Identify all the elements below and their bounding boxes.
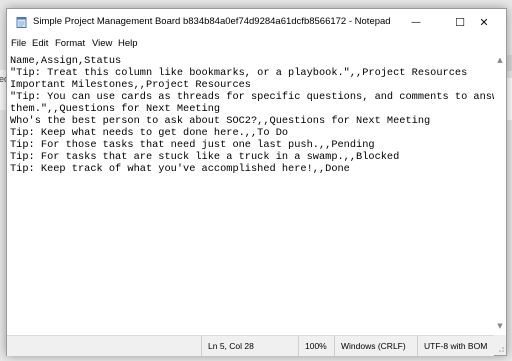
- status-bar: Ln 5, Col 28 100% Windows (CRLF) UTF-8 w…: [7, 335, 494, 356]
- text-line: Tip: For those tasks that need just one …: [10, 139, 375, 151]
- window-title: Simple Project Management Board b834b84a…: [33, 16, 391, 27]
- minimize-button[interactable]: —: [394, 9, 438, 36]
- status-cursor-position: Ln 5, Col 28: [201, 336, 298, 356]
- status-zoom: 100%: [298, 336, 334, 356]
- menu-view[interactable]: View: [92, 38, 112, 49]
- menu-help[interactable]: Help: [118, 38, 138, 49]
- text-line: "Tip: Treat this column like bookmarks, …: [10, 67, 468, 79]
- resize-grip-icon: [499, 347, 504, 352]
- text-line: them.",,Questions for Next Meeting: [10, 103, 221, 115]
- notepad-icon: [16, 17, 27, 28]
- status-encoding: UTF-8 with BOM: [417, 336, 494, 356]
- notepad-window: Simple Project Management Board b834b84a…: [6, 8, 507, 356]
- text-editor[interactable]: Name,Assign,Status "Tip: Treat this colu…: [7, 52, 494, 335]
- close-button[interactable]: ✕: [462, 9, 506, 36]
- text-line: "Tip: You can use cards as threads for s…: [10, 91, 494, 103]
- status-line-endings: Windows (CRLF): [334, 336, 417, 356]
- text-line: Who's the best person to ask about SOC2?…: [10, 115, 431, 127]
- close-icon: ✕: [479, 16, 489, 29]
- menu-edit[interactable]: Edit: [32, 38, 48, 49]
- text-line: Tip: Keep what needs to get done here.,,…: [10, 127, 289, 139]
- menu-format[interactable]: Format: [55, 38, 85, 49]
- vertical-scrollbar[interactable]: ▲ ▼: [494, 52, 506, 335]
- text-line: Tip: Keep track of what you've accomplis…: [10, 163, 350, 175]
- menu-bar: File Edit Format View Help: [7, 36, 506, 52]
- resize-grip[interactable]: [494, 335, 506, 355]
- scroll-down-icon[interactable]: ▼: [496, 322, 504, 330]
- minimize-icon: —: [411, 17, 421, 28]
- scroll-up-icon[interactable]: ▲: [496, 56, 504, 64]
- text-line: Name,Assign,Status: [10, 55, 122, 67]
- text-line: Important Milestones,,Project Resources: [10, 79, 251, 91]
- menu-file[interactable]: File: [11, 38, 26, 49]
- title-bar[interactable]: Simple Project Management Board b834b84a…: [7, 9, 506, 36]
- text-line: Tip: For tasks that are stuck like a tru…: [10, 151, 400, 163]
